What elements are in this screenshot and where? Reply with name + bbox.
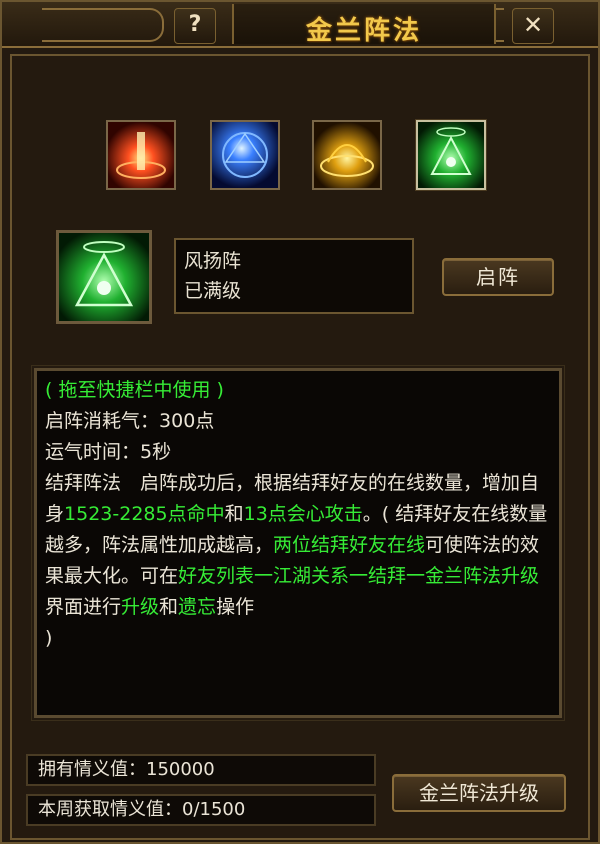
drag-hint: ( 拖至快捷栏中使用 ): [45, 379, 224, 401]
fire-formation-icon: [108, 122, 174, 188]
cast-time-line: 运气时间：5秒: [45, 441, 172, 463]
owned-loyalty-value: 拥有情义值：150000: [26, 754, 376, 786]
formation-name: 风扬阵: [184, 250, 242, 272]
window-title: 金兰阵法: [305, 16, 422, 46]
effect-text: 结拜阵法 启阵成功后，根据结拜好友的在线数量，增加自身1523-2285点命中和…: [45, 472, 548, 618]
wind-formation-icon: [418, 122, 484, 188]
title-bar: ? 金兰阵法 ✕: [2, 2, 598, 48]
selected-formation-icon[interactable]: [56, 230, 152, 324]
skill-slot-gold[interactable]: [312, 120, 382, 190]
upgrade-formation-button[interactable]: 金兰阵法升级: [392, 774, 566, 812]
weekly-loyalty-value: 本周获取情义值：0/1500: [26, 794, 376, 826]
formation-level-status: 已满级: [184, 280, 242, 302]
title-plate: 金兰阵法: [232, 4, 496, 46]
cost-line: 启阵消耗气：300点: [45, 410, 215, 432]
blue-formation-icon: [212, 122, 278, 188]
title-ornament-left: [42, 8, 164, 42]
wind-formation-large-icon: [59, 233, 149, 321]
skill-slot-blue[interactable]: [210, 120, 280, 190]
close-button[interactable]: ✕: [512, 8, 554, 44]
close-paren: ): [45, 627, 53, 649]
formation-info: 风扬阵 已满级: [174, 238, 414, 314]
help-button[interactable]: ?: [174, 8, 216, 44]
skill-slot-wind[interactable]: [416, 120, 486, 190]
formation-window: ? 金兰阵法 ✕ 风扬阵 已满级 启阵 (拖至快捷栏中使用) 启阵消耗气：3…: [0, 0, 600, 844]
activate-button[interactable]: 启阵: [442, 258, 554, 296]
skill-slot-fire[interactable]: [106, 120, 176, 190]
gold-formation-icon: [314, 122, 380, 188]
formation-description: ( 拖至快捷栏中使用 ) 启阵消耗气：300点 运气时间：5秒 结拜阵法 启阵成…: [31, 365, 565, 721]
